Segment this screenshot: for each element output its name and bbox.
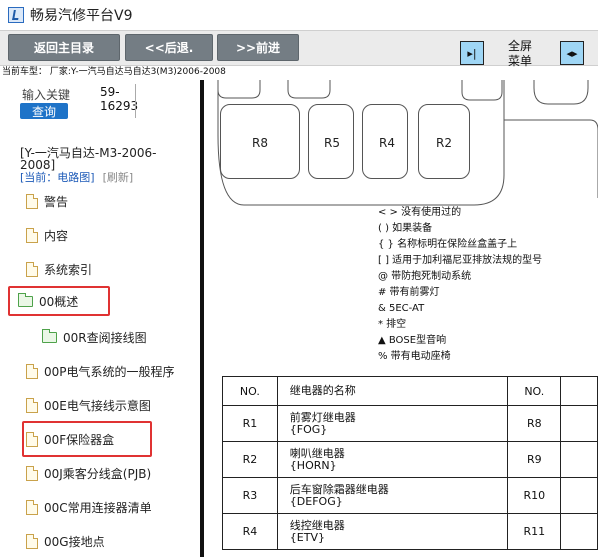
- forward-button[interactable]: >>前进: [217, 34, 299, 61]
- highlight-box: [22, 421, 152, 457]
- relay-name-cell: 线控继电器 {ETV}: [276, 513, 509, 550]
- tree-item-wiring-lookup[interactable]: 00R查阅接线图: [42, 328, 147, 346]
- current-view-label[interactable]: [当前：电路图]: [20, 171, 95, 184]
- tree-item-label: 00G接地点: [44, 534, 105, 549]
- refresh-link[interactable]: [刷新]: [103, 171, 134, 184]
- relay-no: R1: [222, 405, 278, 442]
- legend-line: < > 没有使用过的: [378, 207, 462, 218]
- legend-line: & 5EC-AT: [378, 303, 425, 314]
- tree-item-label: 系统索引: [44, 262, 93, 277]
- relay-code: {FOG}: [289, 422, 328, 436]
- table-row: R3 后车窗除霜器继电器 {DEFOG} R10: [222, 477, 598, 514]
- tree-item-wiring-schematic[interactable]: 00E电气接线示意图: [26, 396, 151, 414]
- tree-item-label: 00P电气系统的一般程序: [44, 364, 175, 379]
- relay-no: R10: [507, 477, 562, 514]
- legend-line: ( ) 如果装备: [378, 223, 433, 234]
- relay-label: R5: [324, 136, 340, 150]
- current-location: [当前：电路图] [刷新]: [20, 171, 133, 184]
- tree-item-label: 00J乘客分线盒(PJB): [44, 466, 152, 481]
- tree-item-label: 00R查阅接线图: [63, 330, 147, 345]
- tree-item-ground-points[interactable]: 00G接地点: [26, 532, 105, 550]
- tree-item-general-procedure[interactable]: 00P电气系统的一般程序: [26, 362, 175, 380]
- relay-name-cell: [560, 477, 598, 514]
- tree-item-passenger-junction-box[interactable]: 00J乘客分线盒(PJB): [26, 464, 151, 482]
- breadcrumb: [Y-一汽马自达-M3-2006-2008]: [20, 146, 157, 172]
- relay-no: R9: [507, 441, 562, 478]
- table-row: R2 喇叭继电器 {HORN} R9: [222, 441, 598, 478]
- relay-code: {DEFOG}: [289, 494, 343, 508]
- keyword-label: 输入关键: [22, 88, 71, 102]
- document-icon: [26, 465, 38, 481]
- tree-item-label: 00C常用连接器清单: [44, 500, 152, 515]
- column-header: NO.: [222, 376, 278, 406]
- relay-name-cell: [560, 513, 598, 550]
- tree-item-contents[interactable]: 内容: [26, 226, 68, 244]
- tree-item-system-index[interactable]: 系统索引: [26, 260, 92, 278]
- relay-name-cell: [560, 405, 598, 442]
- current-car-type: 当前车型： 厂家:Y-一汽马自达马自达3(M3)2006-2008: [2, 67, 226, 77]
- relay-code: {ETV}: [289, 530, 325, 544]
- back-to-main-button[interactable]: 返回主目录: [8, 34, 120, 61]
- relay-name-cell: 喇叭继电器 {HORN}: [276, 441, 509, 478]
- tree-item-warning[interactable]: 警告: [26, 192, 68, 210]
- tree-item-label: 警告: [44, 194, 69, 209]
- relay-no: R4: [222, 513, 278, 550]
- table-header-row: NO. 继电器的名称 NO.: [222, 376, 598, 406]
- relay-no: R3: [222, 477, 278, 514]
- legend-line: { } 名称标明在保险丝盒盖子上: [378, 239, 518, 250]
- table-row: R1 前雾灯继电器 {FOG} R8: [222, 405, 598, 442]
- panel-expand-icon[interactable]: ◂▸: [560, 41, 584, 65]
- query-button[interactable]: 查询: [20, 103, 68, 119]
- relay-no: R11: [507, 513, 562, 550]
- car-diagnostic-icon: [8, 7, 24, 23]
- tree-item-label: 00E电气接线示意图: [44, 398, 151, 413]
- relay-name: 喇叭继电器: [289, 446, 345, 460]
- legend-line: * 排空: [378, 319, 407, 330]
- diagram-view: R8 R5 R4 R2 < > 没有使用过的 ( ) 如果装备 { } 名称标明…: [204, 80, 598, 557]
- back-button[interactable]: <<后退.: [125, 34, 213, 61]
- relay-label: R4: [379, 136, 395, 150]
- document-icon: [26, 227, 38, 243]
- column-header: [560, 376, 598, 406]
- toolbar: 返回主目录 <<后退. >>前进 ▸| 全屏 菜单 ◂▸: [0, 30, 598, 69]
- relay-table: NO. 继电器的名称 NO. R1 前雾灯继电器 {FOG} R8 R2 喇叭继电…: [222, 376, 598, 550]
- panel-collapse-icon[interactable]: ▸|: [460, 41, 484, 65]
- legend-line: ▲ BOSE型音响: [378, 335, 447, 346]
- relay-name-cell: 后车窗除霜器继电器 {DEFOG}: [276, 477, 509, 514]
- document-icon: [26, 363, 38, 379]
- relay-name: 前雾灯继电器: [289, 410, 356, 424]
- document-icon: [26, 533, 38, 549]
- document-icon: [26, 261, 38, 277]
- legend-line: [ ] 适用于加利福尼亚排放法规的型号: [378, 255, 543, 266]
- tree-item-label: 内容: [44, 228, 69, 243]
- column-header: 继电器的名称: [276, 376, 509, 406]
- legend-line: # 带有前雾灯: [378, 287, 440, 298]
- relay-name: 后车窗除霜器继电器: [289, 482, 389, 496]
- relay-label: R2: [436, 136, 452, 150]
- relay-label: R8: [252, 136, 268, 150]
- column-header: NO.: [507, 376, 562, 406]
- tree-item-connector-list[interactable]: 00C常用连接器清单: [26, 498, 152, 516]
- relay-name-cell: [560, 441, 598, 478]
- relay-name-cell: 前雾灯继电器 {FOG}: [276, 405, 509, 442]
- title-bar: 畅易汽修平台V9: [0, 0, 598, 30]
- folder-icon: [42, 328, 57, 343]
- document-icon: [26, 397, 38, 413]
- relay-name: 线控继电器: [289, 518, 345, 532]
- legend-line: @ 带防抱死制动系统: [378, 271, 472, 282]
- keyword-input[interactable]: 59-16293: [100, 85, 150, 113]
- keyword-separator: [135, 84, 136, 118]
- relay-no: R8: [507, 405, 562, 442]
- window-title: 畅易汽修平台V9: [30, 8, 133, 24]
- document-icon: [26, 193, 38, 209]
- relay-code: {HORN}: [289, 458, 337, 472]
- relay-no: R2: [222, 441, 278, 478]
- highlight-box: [8, 286, 110, 316]
- table-row: R4 线控继电器 {ETV} R11: [222, 513, 598, 550]
- fullscreen-menu-button[interactable]: 全屏 菜单: [500, 39, 540, 69]
- legend-line: % 带有电动座椅: [378, 351, 451, 362]
- fullscreen-label: 全屏: [507, 39, 532, 53]
- document-icon: [26, 499, 38, 515]
